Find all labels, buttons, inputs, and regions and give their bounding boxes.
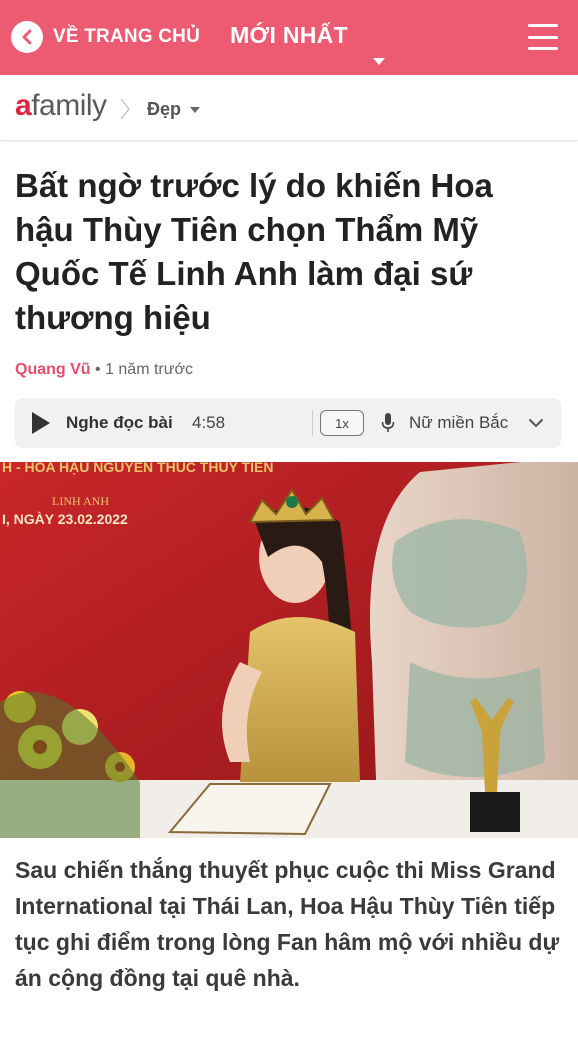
breadcrumb: afamily Đẹp (0, 75, 578, 141)
article-meta: Quang Vũ • 1 năm trước (15, 361, 193, 379)
speed-button[interactable]: 1x (320, 410, 364, 436)
divider (312, 410, 313, 436)
caret-down-icon (373, 58, 385, 65)
newest-tab[interactable]: MỚI NHẤT (230, 22, 348, 48)
category-dropdown[interactable]: Đẹp (147, 99, 201, 120)
article-title: Bất ngờ trước lý do khiến Hoa hậu Thùy T… (15, 167, 493, 336)
chevron-left-icon (11, 21, 43, 53)
caret-down-icon (190, 106, 201, 113)
chevron-right-icon (118, 96, 132, 127)
hero-banner-brand: LINH ANH (52, 494, 109, 508)
voice-select[interactable]: Nữ miền Bắc (409, 413, 508, 433)
article-lead: Sau chiến thắng thuyết phục cuộc thi Mis… (15, 857, 560, 991)
hero-image: H - HOA HẬU NGUYỄN THÚC THÙY TIÊN LINH A… (0, 462, 578, 838)
audio-player: Nghe đọc bài 4:58 1x Nữ miền Bắc (15, 398, 561, 448)
publish-time: 1 năm trước (105, 361, 193, 378)
afamily-logo[interactable]: afamily (15, 89, 107, 123)
top-navigation-bar: VỀ TRANG CHỦ MỚI NHẤT (0, 0, 578, 75)
category-label: Đẹp (147, 99, 182, 119)
author-link[interactable]: Quang Vũ (15, 361, 91, 378)
meta-separator: • (90, 361, 106, 378)
hero-banner-date: I, NGÀY 23.02.2022 (2, 511, 128, 527)
play-icon[interactable] (32, 412, 50, 434)
back-to-home-label: VỀ TRANG CHỦ (53, 26, 201, 47)
microphone-icon (381, 412, 395, 434)
back-to-home-button[interactable]: VỀ TRANG CHỦ (11, 21, 200, 53)
hamburger-icon[interactable] (528, 24, 558, 50)
hero-banner-line1: H - HOA HẬU NGUYỄN THÚC THÙY TIÊN (2, 462, 273, 475)
listen-label[interactable]: Nghe đọc bài (66, 413, 173, 433)
chevron-down-icon[interactable] (528, 416, 544, 434)
audio-duration: 4:58 (192, 413, 226, 432)
